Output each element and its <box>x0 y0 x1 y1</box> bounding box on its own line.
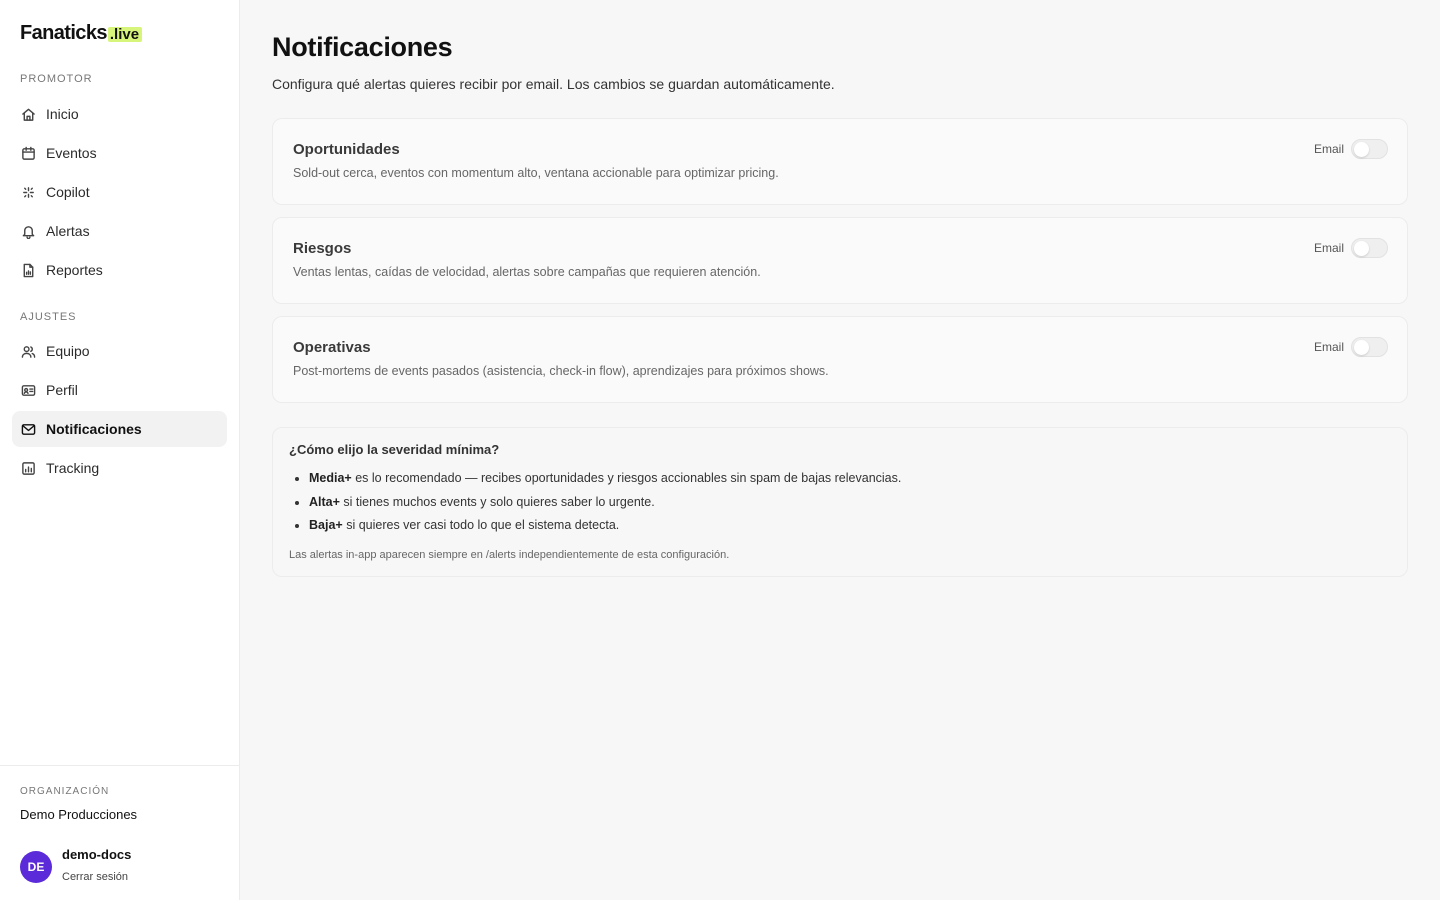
toggle-knob <box>1354 340 1369 355</box>
sidebar-item-notificaciones[interactable]: Notificaciones <box>12 411 227 447</box>
logout-link[interactable]: Cerrar sesión <box>62 871 128 883</box>
info-list: Media+ es lo recomendado — recibes oport… <box>309 470 901 541</box>
list-item: Alta+ si tienes muchos events y solo qui… <box>309 494 901 518</box>
sidebar-item-eventos[interactable]: Eventos <box>12 135 227 171</box>
sidebar-footer: ORGANIZACIÓN Demo Producciones DE demo-d… <box>0 765 239 900</box>
sidebar-item-label: Tracking <box>46 460 100 476</box>
severity-level: Alta+ <box>309 494 340 509</box>
sparkles-icon <box>20 184 36 200</box>
main-content: Notificaciones Configura qué alertas qui… <box>240 0 1440 900</box>
file-chart-icon <box>20 262 36 278</box>
toggle-knob <box>1354 142 1369 157</box>
email-toggle-operativas[interactable] <box>1351 337 1388 357</box>
severity-description: si tienes muchos events y solo quieres s… <box>339 494 655 509</box>
card-title: Riesgos <box>293 240 352 257</box>
sidebar-item-copilot[interactable]: Copilot <box>12 174 227 210</box>
card-description: Sold-out cerca, eventos con momentum alt… <box>293 166 779 180</box>
page-title: Notificaciones <box>272 32 453 62</box>
sidebar-item-equipo[interactable]: Equipo <box>12 333 227 369</box>
bell-icon <box>20 223 36 239</box>
notification-card-oportunidades: Oportunidades Sold-out cerca, eventos co… <box>272 118 1408 205</box>
sidebar-item-label: Perfil <box>46 382 78 398</box>
severity-level: Media+ <box>309 471 352 485</box>
users-icon <box>20 343 36 359</box>
info-title: ¿Cómo elijo la severidad mínima? <box>289 442 500 457</box>
org-label: ORGANIZACIÓN <box>20 786 110 797</box>
id-card-icon <box>20 382 36 398</box>
toggle-knob <box>1354 241 1369 256</box>
mail-icon <box>20 421 36 437</box>
sidebar-item-alertas[interactable]: Alertas <box>12 213 227 249</box>
bar-chart-icon <box>20 460 36 476</box>
toggle-label: Email <box>1313 241 1344 255</box>
toggle-label: Email <box>1313 340 1344 354</box>
calendar-icon <box>20 145 36 161</box>
info-note: Las alertas in-app aparecen siempre en /… <box>289 549 730 561</box>
sidebar-item-label: Equipo <box>46 343 90 359</box>
notification-card-operativas: Operativas Post-mortems de events pasado… <box>272 316 1408 403</box>
home-icon <box>20 106 36 122</box>
notification-card-riesgos: Riesgos Ventas lentas, caídas de velocid… <box>272 217 1408 304</box>
email-toggle-riesgos[interactable] <box>1351 238 1388 258</box>
severity-description: si quieres ver casi todo lo que el siste… <box>342 518 620 532</box>
severity-description: es lo recomendado — recibes oportunidade… <box>351 471 902 485</box>
list-item: Media+ es lo recomendado — recibes oport… <box>309 470 901 494</box>
sidebar-item-reportes[interactable]: Reportes <box>12 252 227 288</box>
card-title: Operativas <box>293 339 371 356</box>
sidebar-item-inicio[interactable]: Inicio <box>12 96 227 132</box>
section-label-promotor: PROMOTOR <box>20 73 93 85</box>
sidebar-item-perfil[interactable]: Perfil <box>12 372 227 408</box>
page-subtitle: Configura qué alertas quieres recibir po… <box>272 76 835 92</box>
email-toggle-oportunidades[interactable] <box>1351 139 1388 159</box>
brand-logo[interactable]: Fanaticks .live <box>20 22 143 46</box>
avatar[interactable]: DE <box>20 851 52 883</box>
sidebar-item-label: Alertas <box>46 223 90 239</box>
brand-suffix: .live <box>107 27 143 42</box>
sidebar-item-label: Eventos <box>46 145 97 161</box>
toggle-label: Email <box>1313 142 1344 156</box>
sidebar-item-label: Copilot <box>46 184 90 200</box>
sidebar-item-label: Reportes <box>46 262 103 278</box>
sidebar-item-label: Notificaciones <box>46 421 142 437</box>
card-description: Post-mortems de events pasados (asistenc… <box>293 364 829 378</box>
list-item: Baja+ si quieres ver casi todo lo que el… <box>309 517 901 541</box>
brand-name: Fanaticks <box>20 22 107 44</box>
severity-level: Baja+ <box>309 518 343 532</box>
sidebar-item-label: Inicio <box>46 106 79 122</box>
severity-info-box: ¿Cómo elijo la severidad mínima? Media+ … <box>272 427 1408 577</box>
sidebar-item-tracking[interactable]: Tracking <box>12 450 227 486</box>
card-title: Oportunidades <box>293 141 400 158</box>
org-name[interactable]: Demo Producciones <box>20 807 137 822</box>
section-label-ajustes: AJUSTES <box>20 311 77 323</box>
user-name: demo-docs <box>62 847 132 862</box>
card-description: Ventas lentas, caídas de velocidad, aler… <box>293 265 761 279</box>
sidebar: Fanaticks .live PROMOTOR Inicio Eventos C… <box>0 0 240 900</box>
